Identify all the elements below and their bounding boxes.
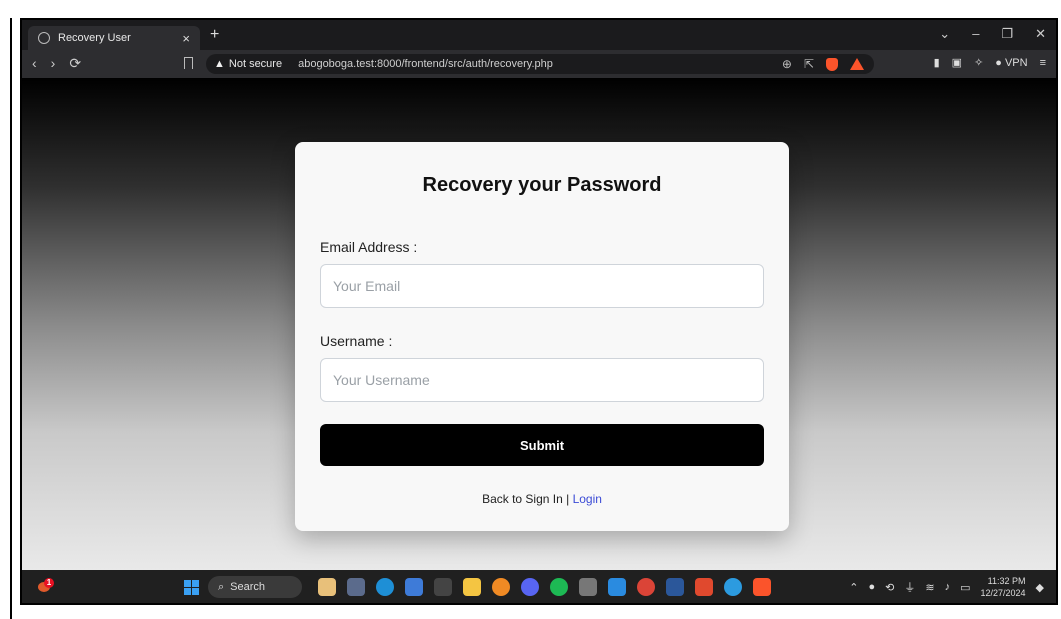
nav-buttons: ‹ › ⟳ xyxy=(32,55,81,72)
forward-arrow-icon[interactable]: › xyxy=(51,55,56,72)
warning-icon[interactable]: ▲ xyxy=(214,58,225,70)
back-text: Back to Sign In | xyxy=(482,492,573,506)
page-content: Recovery your Password Email Address : U… xyxy=(22,78,1056,570)
app-icon[interactable] xyxy=(579,578,597,596)
brave-shields-icon[interactable] xyxy=(826,57,838,71)
office-icon[interactable] xyxy=(695,578,713,596)
address-bar-actions: ⊕ ⇱ xyxy=(782,57,864,71)
email-field[interactable] xyxy=(320,264,764,308)
settings-icon[interactable] xyxy=(434,578,452,596)
tab-close-button[interactable]: × xyxy=(182,31,190,46)
extensions-icon[interactable]: ✧ xyxy=(974,56,983,69)
tab-recovery-user[interactable]: Recovery User × xyxy=(28,26,200,50)
minimize-button[interactable]: – xyxy=(972,26,979,42)
sidebar-icon[interactable]: ▮ xyxy=(934,56,940,69)
browser-toolbar: ‹ › ⟳ ▲ Not secure abogoboga.test:8000/f… xyxy=(22,50,1056,78)
system-tray: ⌃ ● ⟲ ⏚ ≋ ♪ ▭ 11:32 PM 12/27/2024 ◆ xyxy=(849,575,1044,599)
app-icon-2[interactable] xyxy=(724,578,742,596)
zoom-icon[interactable]: ⊕ xyxy=(782,57,792,71)
login-link[interactable]: Login xyxy=(573,492,602,506)
store-icon[interactable] xyxy=(405,578,423,596)
taskbar-apps xyxy=(318,578,771,596)
sync-icon[interactable]: ⟲ xyxy=(885,581,894,594)
taskbar: 1 ⌕ Search ⌃ ● ⟲ ⏚ ≋ ♪ ▭ 11:32 PM 12/27/… xyxy=(22,570,1056,603)
username-field[interactable] xyxy=(320,358,764,402)
widgets-icon[interactable] xyxy=(318,578,336,596)
address-bar[interactable]: ▲ Not secure abogoboga.test:8000/fronten… xyxy=(206,54,874,74)
wifi-icon[interactable]: ≋ xyxy=(925,581,934,594)
mic-icon[interactable]: ⏚ xyxy=(904,579,915,595)
screenshot-border-left xyxy=(10,18,12,619)
search-icon: ⌕ xyxy=(218,580,225,593)
tab-title: Recovery User xyxy=(58,32,131,44)
url-text[interactable]: abogoboga.test:8000/frontend/src/auth/re… xyxy=(298,58,553,70)
tray-app-icon[interactable]: ● xyxy=(868,581,875,593)
tab-search-icon[interactable]: ⌄ xyxy=(939,26,950,42)
username-label: Username : xyxy=(320,333,393,349)
browser-window: Recovery User × + ⌄ – ❐ ✕ ‹ › ⟳ ▲ Not se… xyxy=(20,18,1058,605)
menu-icon[interactable]: ≡ xyxy=(1040,57,1046,69)
back-arrow-icon[interactable]: ‹ xyxy=(32,55,37,72)
toolbar-right: ▮ ▣ ✧ ● VPN ≡ xyxy=(934,56,1046,70)
brave-rewards-icon[interactable] xyxy=(850,58,864,70)
file-explorer-icon[interactable] xyxy=(463,578,481,596)
email-label: Email Address : xyxy=(320,239,418,255)
vpn-dot-icon: ● xyxy=(995,56,1002,69)
volume-icon[interactable]: ♪ xyxy=(945,581,951,593)
spotify-icon[interactable] xyxy=(550,578,568,596)
clock-time: 11:32 PM xyxy=(987,576,1026,586)
search-label: Search xyxy=(230,581,266,593)
page-title: Recovery your Password xyxy=(422,174,662,196)
restore-button[interactable]: ❐ xyxy=(1001,26,1013,42)
taskbar-search[interactable]: ⌕ Search xyxy=(208,576,302,598)
window-controls: ⌄ – ❐ ✕ xyxy=(939,26,1046,42)
vpn-button[interactable]: ● VPN xyxy=(995,57,1027,69)
brave-icon[interactable] xyxy=(753,578,771,596)
word-icon[interactable] xyxy=(666,578,684,596)
firefox-icon[interactable] xyxy=(492,578,510,596)
vscode-icon[interactable] xyxy=(608,578,626,596)
notification-badge: 1 xyxy=(44,578,54,588)
submit-button[interactable]: Submit xyxy=(320,424,764,466)
back-to-signin: Back to Sign In | Login xyxy=(295,492,789,506)
globe-icon xyxy=(38,32,50,44)
chevron-up-icon[interactable]: ⌃ xyxy=(849,581,858,594)
share-icon[interactable]: ⇱ xyxy=(804,57,814,71)
notifications-icon[interactable]: ◆ xyxy=(1036,581,1044,594)
recovery-card: Recovery your Password Email Address : U… xyxy=(295,142,789,531)
chrome-icon[interactable] xyxy=(637,578,655,596)
weather-widget[interactable]: 1 xyxy=(38,578,54,594)
edge-icon[interactable] xyxy=(376,578,394,596)
vpn-label: VPN xyxy=(1004,56,1028,69)
clock-date: 12/27/2024 xyxy=(980,588,1026,598)
task-view-icon[interactable] xyxy=(347,578,365,596)
windows-start-icon[interactable] xyxy=(184,580,199,595)
bookmark-icon[interactable] xyxy=(184,57,193,69)
clock[interactable]: 11:32 PM 12/27/2024 xyxy=(980,575,1025,599)
close-window-button[interactable]: ✕ xyxy=(1035,26,1046,42)
security-status[interactable]: Not secure xyxy=(229,58,282,70)
wallet-icon[interactable]: ▣ xyxy=(952,56,962,69)
reload-icon[interactable]: ⟳ xyxy=(69,55,81,72)
tab-strip: Recovery User × + ⌄ – ❐ ✕ xyxy=(22,20,1056,50)
battery-icon[interactable]: ▭ xyxy=(960,581,970,594)
discord-icon[interactable] xyxy=(521,578,539,596)
new-tab-button[interactable]: + xyxy=(210,26,219,44)
